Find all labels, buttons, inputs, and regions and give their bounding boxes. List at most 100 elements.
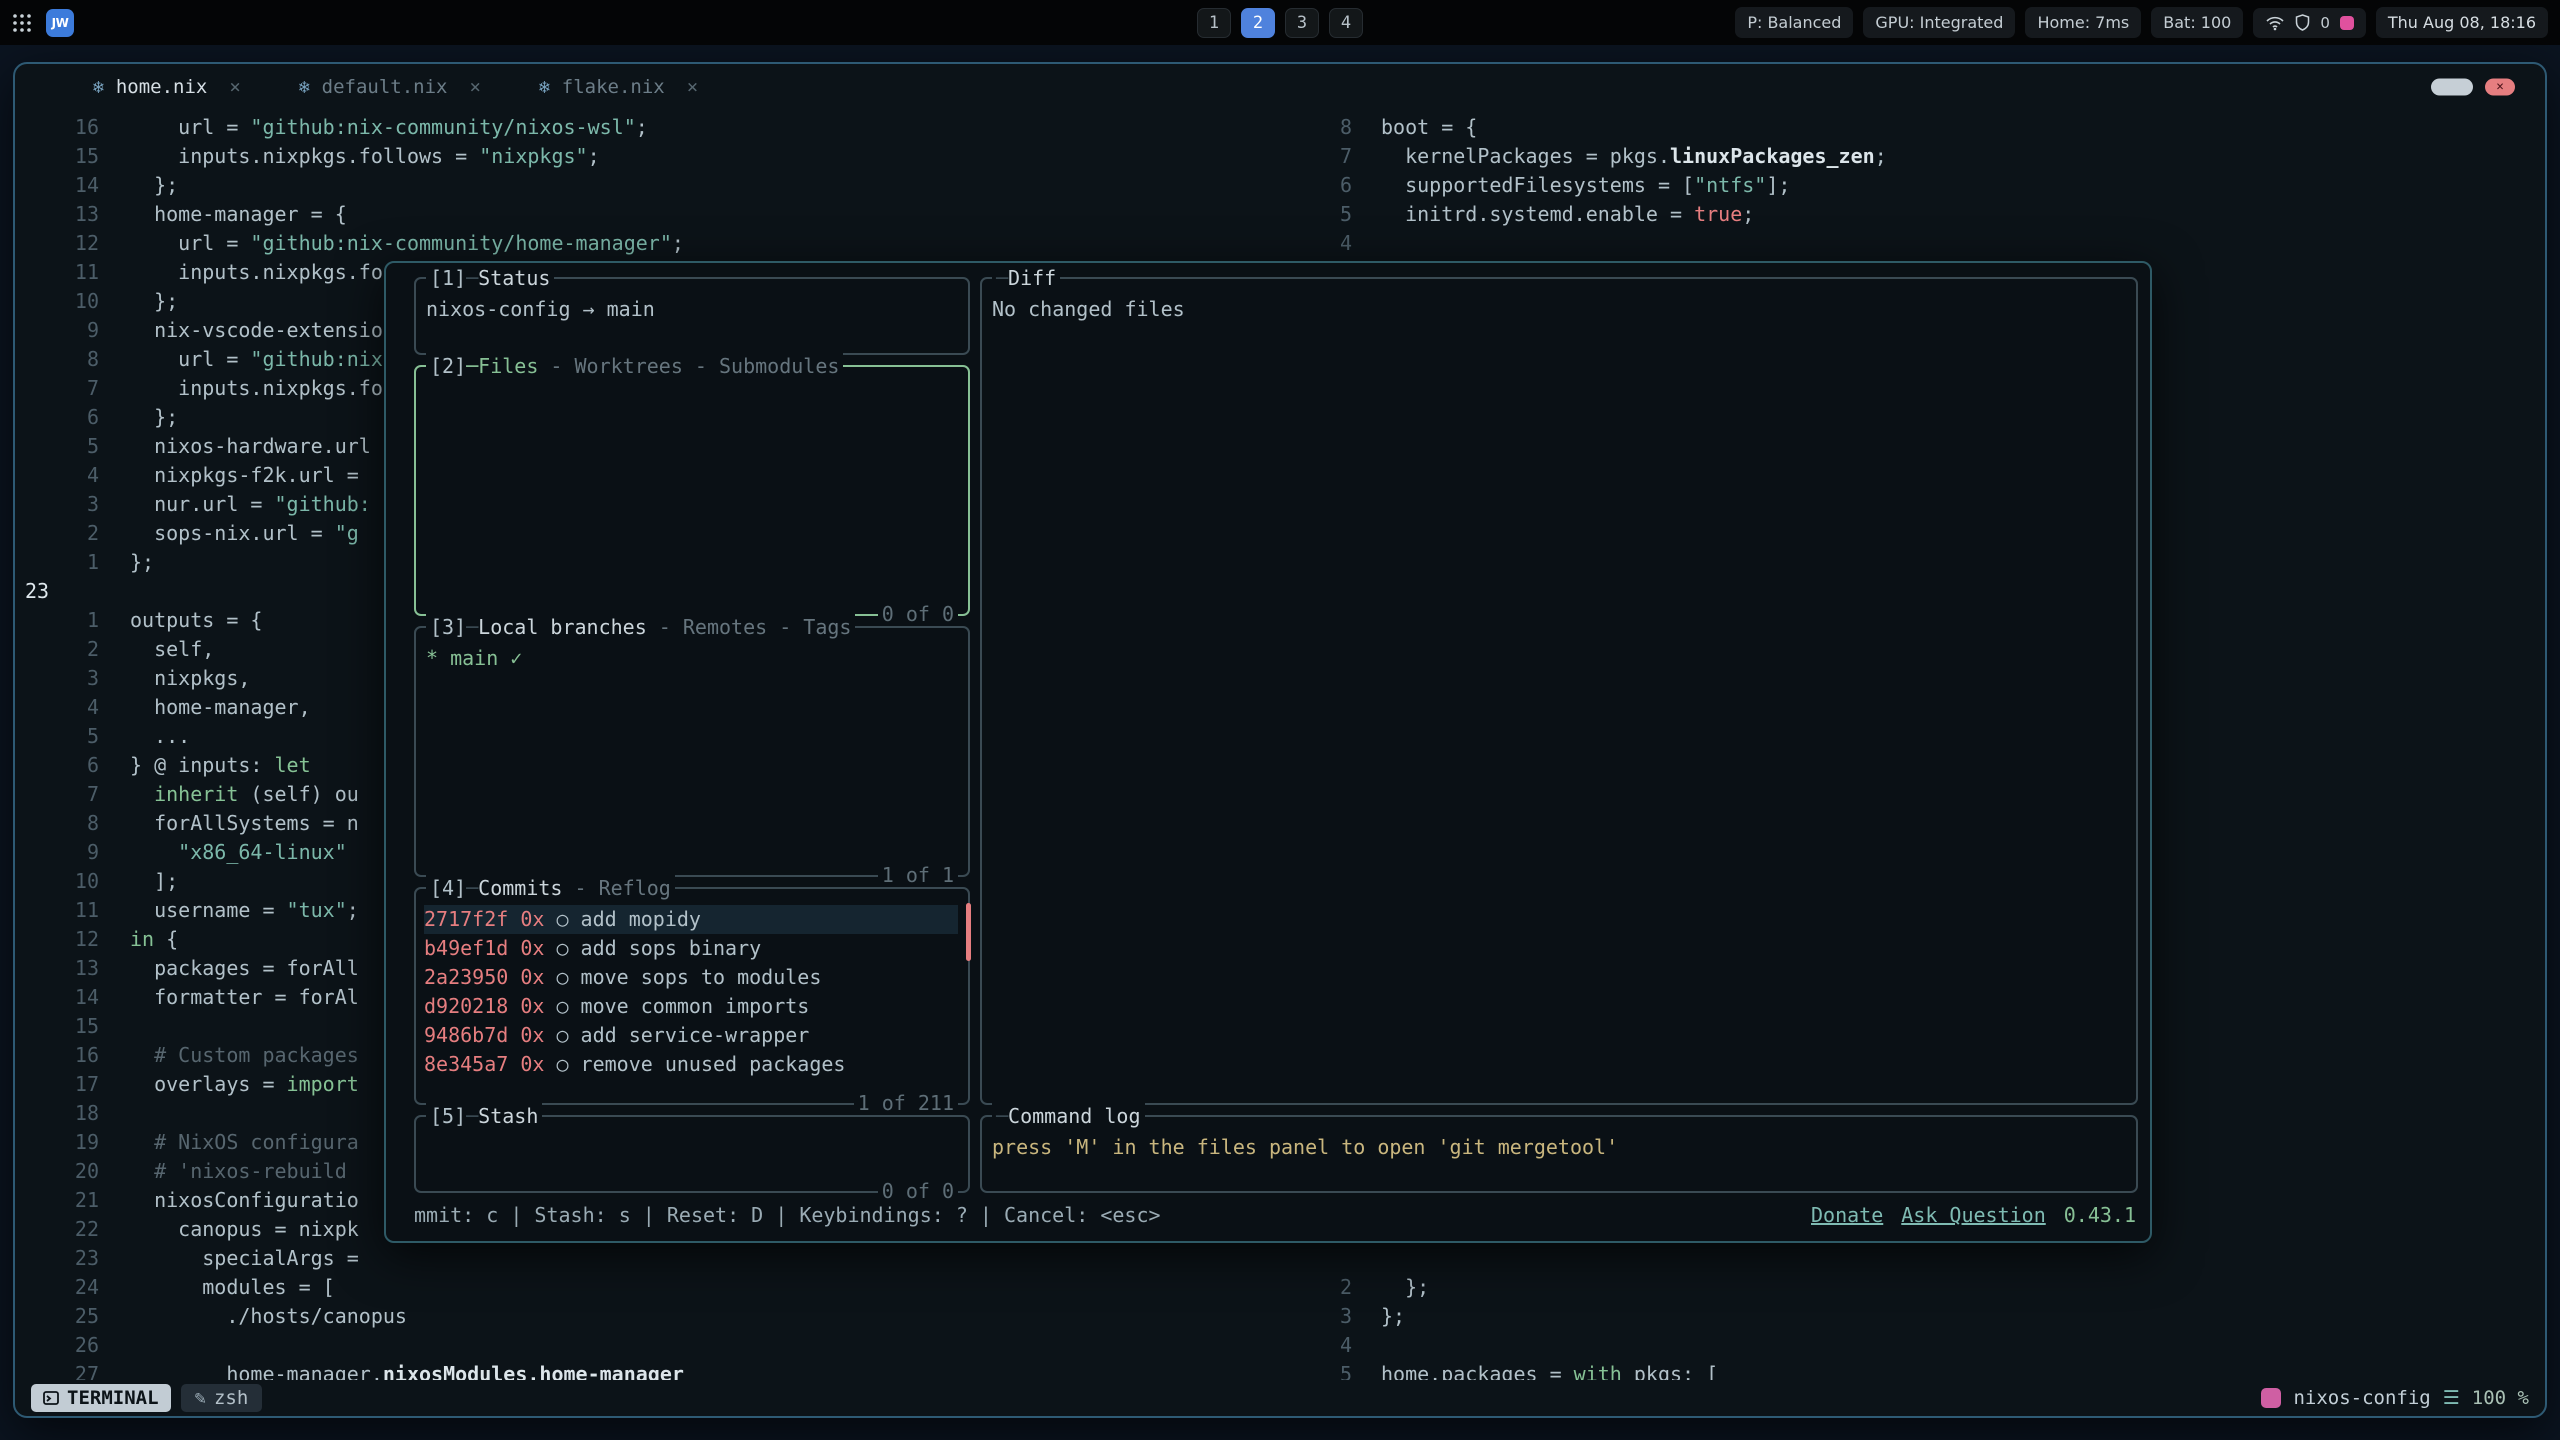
code-segment: url = <box>130 115 250 139</box>
commit-message: add sops binary <box>569 934 762 963</box>
code-segment: "ntfs" <box>1694 173 1766 197</box>
code-segment: nix-vscode-extensio <box>130 318 383 342</box>
code-segment: }; <box>1381 1275 1429 1299</box>
workspace-1[interactable]: 1 <box>1197 8 1231 38</box>
menu-icon: ☰ <box>2443 1387 2460 1409</box>
code-segment: supportedFilesystems = [ <box>1381 173 1694 197</box>
commits-list: 2717f2f 0x ○ add mopidyb49ef1d 0x ○ add … <box>424 905 958 1079</box>
app-launcher-icon[interactable] <box>12 13 32 33</box>
code-segment: home.packages = <box>1381 1362 1574 1380</box>
status-chip-2: Home: 7ms <box>2025 7 2141 38</box>
close-window-button[interactable]: × <box>2485 79 2515 96</box>
line-number: 2 <box>15 519 99 548</box>
code-text: }; <box>130 171 178 200</box>
code-text: specialArgs = <box>130 1244 359 1273</box>
commits-scrollbar[interactable] <box>966 903 971 961</box>
panel-title: ─Command log <box>992 1103 1145 1129</box>
code-text: url = "github:nix-community/home-manager… <box>130 229 684 258</box>
tab-home.nix[interactable]: ❄home.nix× <box>93 76 241 98</box>
code-line: 24 modules = [ <box>15 1273 1316 1302</box>
session-name: nixos-config <box>2293 1387 2430 1409</box>
tab-zsh[interactable]: ✎ zsh <box>181 1384 263 1412</box>
commit-hash: d920218 <box>424 992 508 1021</box>
donate-link[interactable]: Donate <box>1811 1203 1883 1227</box>
code-segment: # NixOS configura <box>130 1130 359 1154</box>
tab-close-icon[interactable]: × <box>687 76 698 98</box>
tab-default.nix[interactable]: ❄default.nix× <box>299 76 481 98</box>
code-segment: ]; <box>1766 173 1790 197</box>
workspace-3[interactable]: 3 <box>1285 8 1319 38</box>
wifi-icon <box>2265 15 2285 31</box>
lg-stash-panel[interactable]: [5]─Stash 0 of 0 <box>414 1115 970 1193</box>
commit-author: 0x <box>508 963 544 992</box>
line-number: 7 <box>15 374 99 403</box>
code-line: 16 url = "github:nix-community/nixos-wsl… <box>15 113 1316 142</box>
line-number: 19 <box>15 1128 99 1157</box>
code-line: 12 url = "github:nix-community/home-mana… <box>15 229 1316 258</box>
line-number: 27 <box>15 1360 99 1380</box>
code-segment: ]; <box>130 869 178 893</box>
pencil-icon: ✎ <box>195 1387 206 1409</box>
lg-diff-panel[interactable]: ─Diff No changed files <box>980 277 2138 1105</box>
commit-row[interactable]: b49ef1d 0x ○ add sops binary <box>424 934 958 963</box>
workspace-4[interactable]: 4 <box>1329 8 1363 38</box>
code-segment: "github:nix <box>250 347 382 371</box>
ask-question-link[interactable]: Ask Question <box>1901 1203 2046 1227</box>
commit-message: remove unused packages <box>569 1050 846 1079</box>
code-segment: nixosConfiguratio <box>130 1188 359 1212</box>
code-segment: specialArgs = <box>130 1246 359 1270</box>
commit-row[interactable]: d920218 0x ○ move common imports <box>424 992 958 1021</box>
code-segment: ; <box>636 115 648 139</box>
status-chip-1: GPU: Integrated <box>1863 7 2015 38</box>
workspace-2[interactable]: 2 <box>1241 8 1275 38</box>
code-text: self, <box>130 635 214 664</box>
branch-row[interactable]: * main ✓ <box>426 644 958 673</box>
tab-close-icon[interactable]: × <box>470 76 481 98</box>
lg-branches-panel[interactable]: [3]─Local branches - Remotes - Tags * ma… <box>414 626 970 877</box>
commit-row[interactable]: 2a23950 0x ○ move sops to modules <box>424 963 958 992</box>
code-segment: inherit <box>154 782 238 806</box>
logo-badge[interactable]: JW <box>46 9 74 37</box>
lg-files-panel[interactable]: [2]─Files - Worktrees - Submodules 0 of … <box>414 365 970 616</box>
commit-hash: 2a23950 <box>424 963 508 992</box>
pane-pill-button[interactable] <box>2431 79 2473 96</box>
lg-commits-panel[interactable]: [4]─Commits - Reflog 2717f2f 0x ○ add mo… <box>414 887 970 1105</box>
tab-flake.nix[interactable]: ❄flake.nix× <box>539 76 698 98</box>
line-number: 18 <box>15 1099 99 1128</box>
line-number: 5 <box>1316 1360 1352 1380</box>
code-line: 2 }; <box>1316 1273 2545 1302</box>
code-segment: }; <box>130 289 178 313</box>
code-text: ]; <box>130 867 178 896</box>
commit-row[interactable]: 9486b7d 0x ○ add service-wrapper <box>424 1021 958 1050</box>
commit-row[interactable]: 8e345a7 0x ○ remove unused packages <box>424 1050 958 1079</box>
command-log-message: press 'M' in the files panel to open 'gi… <box>992 1133 2126 1162</box>
line-number: 2 <box>1316 1273 1352 1302</box>
code-text: in { <box>130 925 178 954</box>
version-label: 0.43.1 <box>2064 1203 2136 1227</box>
code-text: }; <box>130 287 178 316</box>
code-segment: ; <box>347 898 359 922</box>
shield-count: 0 <box>2320 14 2330 32</box>
line-number <box>1316 1244 1352 1273</box>
code-segment: "x86_64-linux" <box>178 840 347 864</box>
lg-status-panel[interactable]: [1]─Status nixos-config → main <box>414 277 970 355</box>
code-text: kernelPackages = pkgs.linuxPackages_zen; <box>1381 142 1887 171</box>
code-segment: "tux" <box>287 898 347 922</box>
code-segment: # Custom packages <box>130 1043 359 1067</box>
tab-close-icon[interactable]: × <box>229 76 240 98</box>
code-segment: modules = [ <box>130 1275 335 1299</box>
code-segment: pkgs; [ <box>1622 1362 1718 1380</box>
code-segment: inputs.nixpkgs.fo <box>130 376 383 400</box>
session-icon <box>2261 1388 2281 1408</box>
commit-author: 0x <box>508 934 544 963</box>
lg-command-log-panel[interactable]: ─Command log press 'M' in the files pane… <box>980 1115 2138 1193</box>
commit-graph-node: ○ <box>544 963 568 992</box>
shield-icon <box>2295 14 2310 31</box>
system-tray: 0 <box>2253 8 2366 38</box>
code-text: }; <box>1381 1302 1405 1331</box>
line-number: 2 <box>15 635 99 664</box>
code-text: canopus = nixpk <box>130 1215 359 1244</box>
commit-row[interactable]: 2717f2f 0x ○ add mopidy <box>424 905 958 934</box>
commit-author: 0x <box>508 1050 544 1079</box>
code-text: }; <box>1381 1273 1429 1302</box>
